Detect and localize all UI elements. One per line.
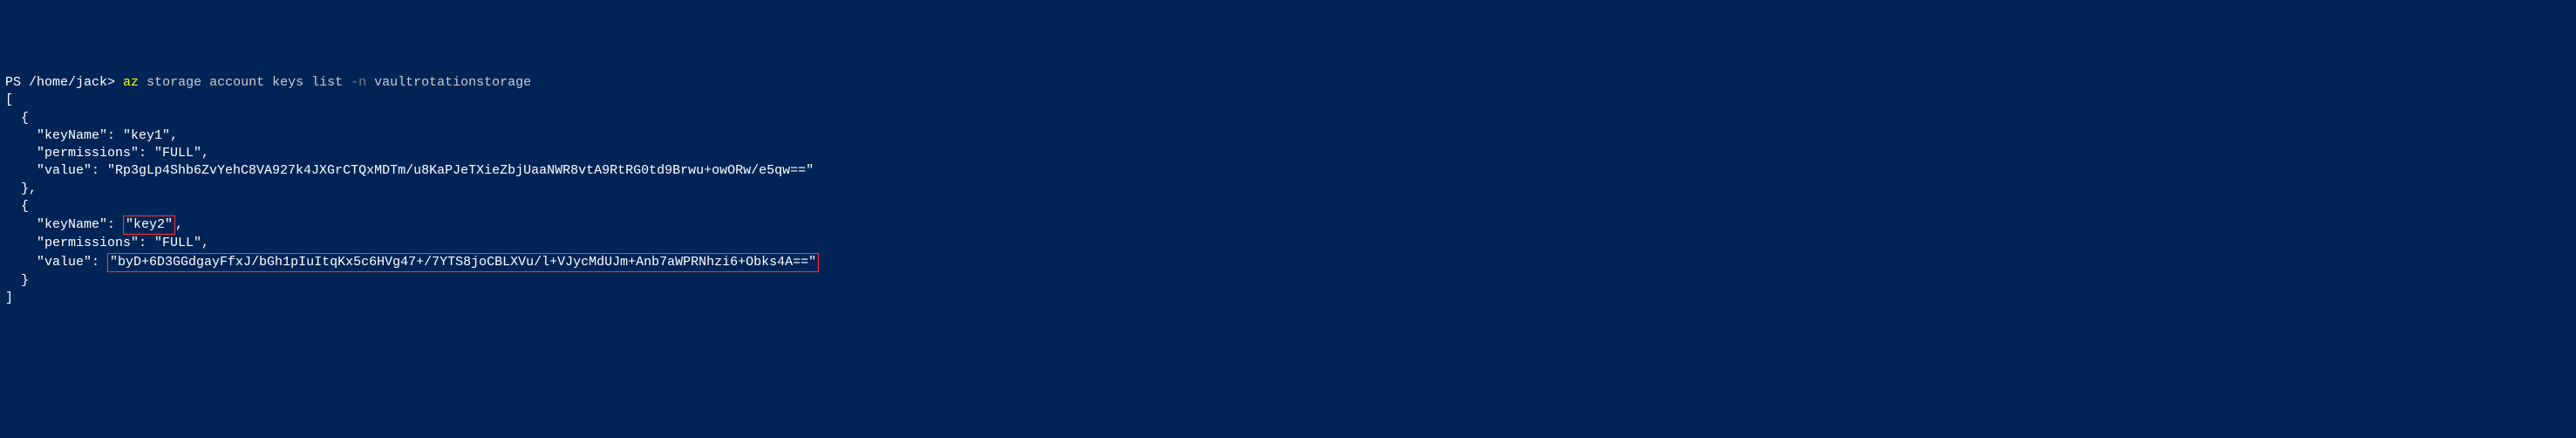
cmd-text-1: storage account keys list bbox=[139, 75, 351, 90]
obj2-keyname-post: , bbox=[175, 217, 183, 232]
json-open: [ bbox=[5, 92, 13, 107]
obj1-keyname: "keyName": "key1", bbox=[5, 128, 178, 143]
prompt-ps: PS bbox=[5, 75, 29, 90]
obj2-keyname-pre: "keyName": bbox=[5, 217, 123, 232]
obj2-value-pre: "value": bbox=[5, 255, 107, 270]
prompt-path: /home/jack bbox=[29, 75, 107, 90]
obj2-open: { bbox=[5, 199, 29, 214]
prompt-line[interactable]: PS /home/jack> az storage account keys l… bbox=[5, 75, 531, 90]
obj1-close: }, bbox=[5, 181, 37, 196]
cmd-az: az bbox=[123, 75, 139, 90]
obj1-open: { bbox=[5, 111, 29, 126]
json-close: ] bbox=[5, 291, 13, 305]
obj2-close: } bbox=[5, 273, 29, 288]
cmd-flag: -n bbox=[351, 75, 366, 90]
terminal-output: PS /home/jack> az storage account keys l… bbox=[5, 74, 2571, 307]
prompt-sep: > bbox=[107, 75, 123, 90]
highlight-value2: "byD+6D3GGdgayFfxJ/bGh1pIuItqKx5c6HVg47+… bbox=[107, 253, 819, 272]
highlight-key2: "key2" bbox=[123, 216, 175, 235]
cmd-text-2: vaultrotationstorage bbox=[366, 75, 531, 90]
obj2-permissions: "permissions": "FULL", bbox=[5, 236, 209, 250]
obj1-permissions: "permissions": "FULL", bbox=[5, 146, 209, 161]
obj1-value: "value": "Rp3gLp4Shb6ZvYehC8VA927k4JXGrC… bbox=[5, 163, 814, 178]
